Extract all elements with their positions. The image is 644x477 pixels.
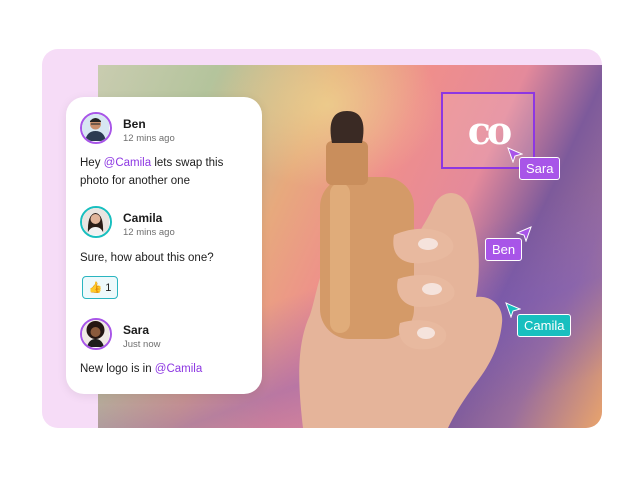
avatar-sara[interactable] [80, 318, 112, 350]
cursor-label-sara: Sara [519, 157, 561, 180]
author-name: Sara [123, 323, 150, 337]
comment-text-part: Hey [80, 157, 104, 169]
comment-camila: Camila 12 mins ago Sure, how about this … [80, 206, 258, 316]
comment-text-part: New logo is in [80, 363, 155, 375]
reaction-count: 1 [105, 281, 112, 294]
person-icon [82, 320, 109, 347]
person-icon [82, 114, 109, 141]
avatar-camila[interactable] [80, 206, 112, 238]
comment-ben: Ben 12 mins ago Hey @Camila lets swap th… [80, 112, 258, 197]
mention-link[interactable]: @Camila [104, 157, 151, 169]
cursor-label-camila: Camila [517, 314, 572, 337]
mention-link[interactable]: @Camila [155, 363, 202, 375]
comment-text: New logo is in @Camila [80, 360, 202, 378]
comment-text: Sure, how about this one? [80, 252, 214, 264]
author-name: Ben [123, 117, 146, 131]
comment-time: 12 mins ago [123, 133, 175, 144]
thumbs-up-reaction[interactable]: 👍 1 [82, 276, 118, 299]
cursor-label-ben: Ben [485, 238, 523, 261]
comment-thread-panel: Ben 12 mins ago Hey @Camila lets swap th… [66, 97, 262, 394]
comment-text: Hey @Camila lets swap this photo for ano… [80, 154, 245, 190]
comment-sara: Sara Just now New logo is in @Camila [80, 318, 258, 388]
comment-time: 12 mins ago [123, 227, 175, 238]
author-name: Camila [123, 211, 163, 225]
brand-logo: co [467, 107, 513, 153]
thumbs-up-icon: 👍 [88, 282, 103, 294]
avatar-ben[interactable] [80, 112, 112, 144]
comment-time: Just now [123, 339, 161, 350]
person-icon [82, 208, 109, 235]
